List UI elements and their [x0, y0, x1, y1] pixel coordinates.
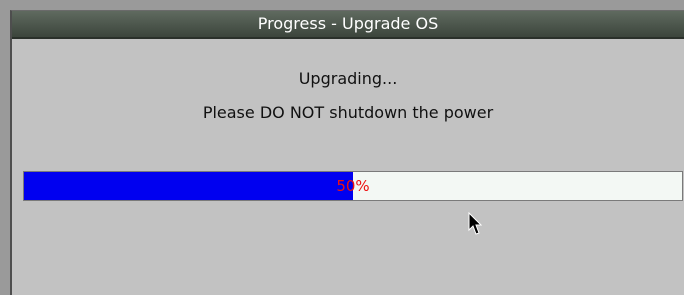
- mouse-pointer-icon: [468, 212, 482, 235]
- progress-percent-label: 50%: [336, 177, 370, 195]
- progress-bar: 50%: [23, 171, 683, 201]
- status-message: Upgrading...: [298, 69, 398, 88]
- progress-dialog: Progress - Upgrade OS Upgrading... Pleas…: [10, 10, 684, 295]
- dialog-title[interactable]: Progress - Upgrade OS: [12, 11, 684, 39]
- warning-message: Please DO NOT shutdown the power: [202, 103, 494, 122]
